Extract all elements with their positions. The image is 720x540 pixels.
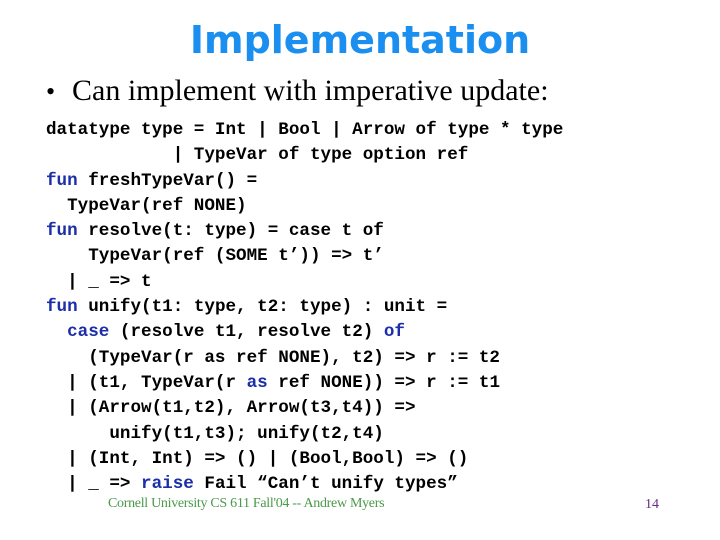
code-keyword: of (383, 322, 405, 343)
code-text: datatype type = Int | Bool | Arrow of ty… (46, 120, 564, 140)
code-text: | (Arrow(t1,t2), Arrow(t3,t4)) => (46, 398, 416, 419)
code-text: TypeVar(ref NONE) (46, 195, 247, 216)
code-text: resolve(t: type) = case t of (77, 221, 384, 242)
bullet-icon: • (46, 77, 56, 106)
code-line: fun unify(t1: type, t2: type) : unit = (46, 295, 563, 320)
code-text: | _ => t (46, 271, 152, 292)
code-keyword: fun (46, 170, 78, 191)
code-keyword: raise (141, 474, 194, 495)
code-text: Fail “Can’t unify types” (193, 474, 458, 495)
code-text: | TypeVar of type option ref (46, 145, 469, 166)
footer-text: Cornell University CS 611 Fall'04 -- And… (108, 496, 385, 511)
code-line: | (Int, Int) => () | (Bool,Bool) => () (46, 447, 563, 472)
code-line: | _ => t (46, 270, 563, 295)
bullet-text: Can implement with imperative update: (72, 74, 549, 107)
code-line: | (Arrow(t1,t2), Arrow(t3,t4)) => (46, 396, 563, 421)
code-keyword: as (246, 372, 268, 393)
code-text: | _ => (46, 474, 142, 495)
code-text: TypeVar(ref (SOME t’)) => t’ (46, 246, 384, 267)
code-line: TypeVar(ref NONE) (46, 194, 563, 219)
code-line: | _ => raise Fail “Can’t unify types” (46, 472, 563, 497)
code-text: unify(t1: type, t2: type) : unit = (77, 297, 448, 318)
slide-title: Implementation (189, 18, 531, 62)
code-line: datatype type = Int | Bool | Arrow of ty… (46, 118, 563, 143)
code-line: (TypeVar(r as ref NONE), t2) => r := t2 (46, 346, 563, 371)
code-text: (resolve t1, resolve t2) (109, 322, 384, 343)
code-line: fun resolve(t: type) = case t of (46, 219, 563, 244)
code-keyword: fun (46, 297, 78, 318)
code-text: ref NONE)) => r := t1 (267, 372, 501, 393)
code-keyword: case (67, 322, 110, 343)
code-text: | (t1, TypeVar(r (46, 372, 247, 393)
code-line: fun freshTypeVar() = (46, 169, 563, 194)
page-number: 14 (645, 497, 659, 512)
code-line: case (resolve t1, resolve t2) of (46, 320, 563, 345)
code-text: freshTypeVar() = (77, 170, 258, 191)
code-line: unify(t1,t3); unify(t2,t4) (46, 422, 563, 447)
code-keyword: fun (46, 221, 78, 242)
code-line: TypeVar(ref (SOME t’)) => t’ (46, 244, 563, 269)
bullet-point: • Can implement with imperative update: (46, 74, 549, 108)
code-text: unify(t1,t3); unify(t2,t4) (46, 423, 384, 444)
code-line: | TypeVar of type option ref (46, 143, 563, 168)
code-text: | (Int, Int) => () | (Bool,Bool) => () (46, 448, 469, 469)
code-text: (TypeVar(r as ref NONE), t2) => r := t2 (46, 347, 500, 368)
code-line: | (t1, TypeVar(r as ref NONE)) => r := t… (46, 371, 563, 396)
code-block: datatype type = Int | Bool | Arrow of ty… (46, 118, 563, 497)
